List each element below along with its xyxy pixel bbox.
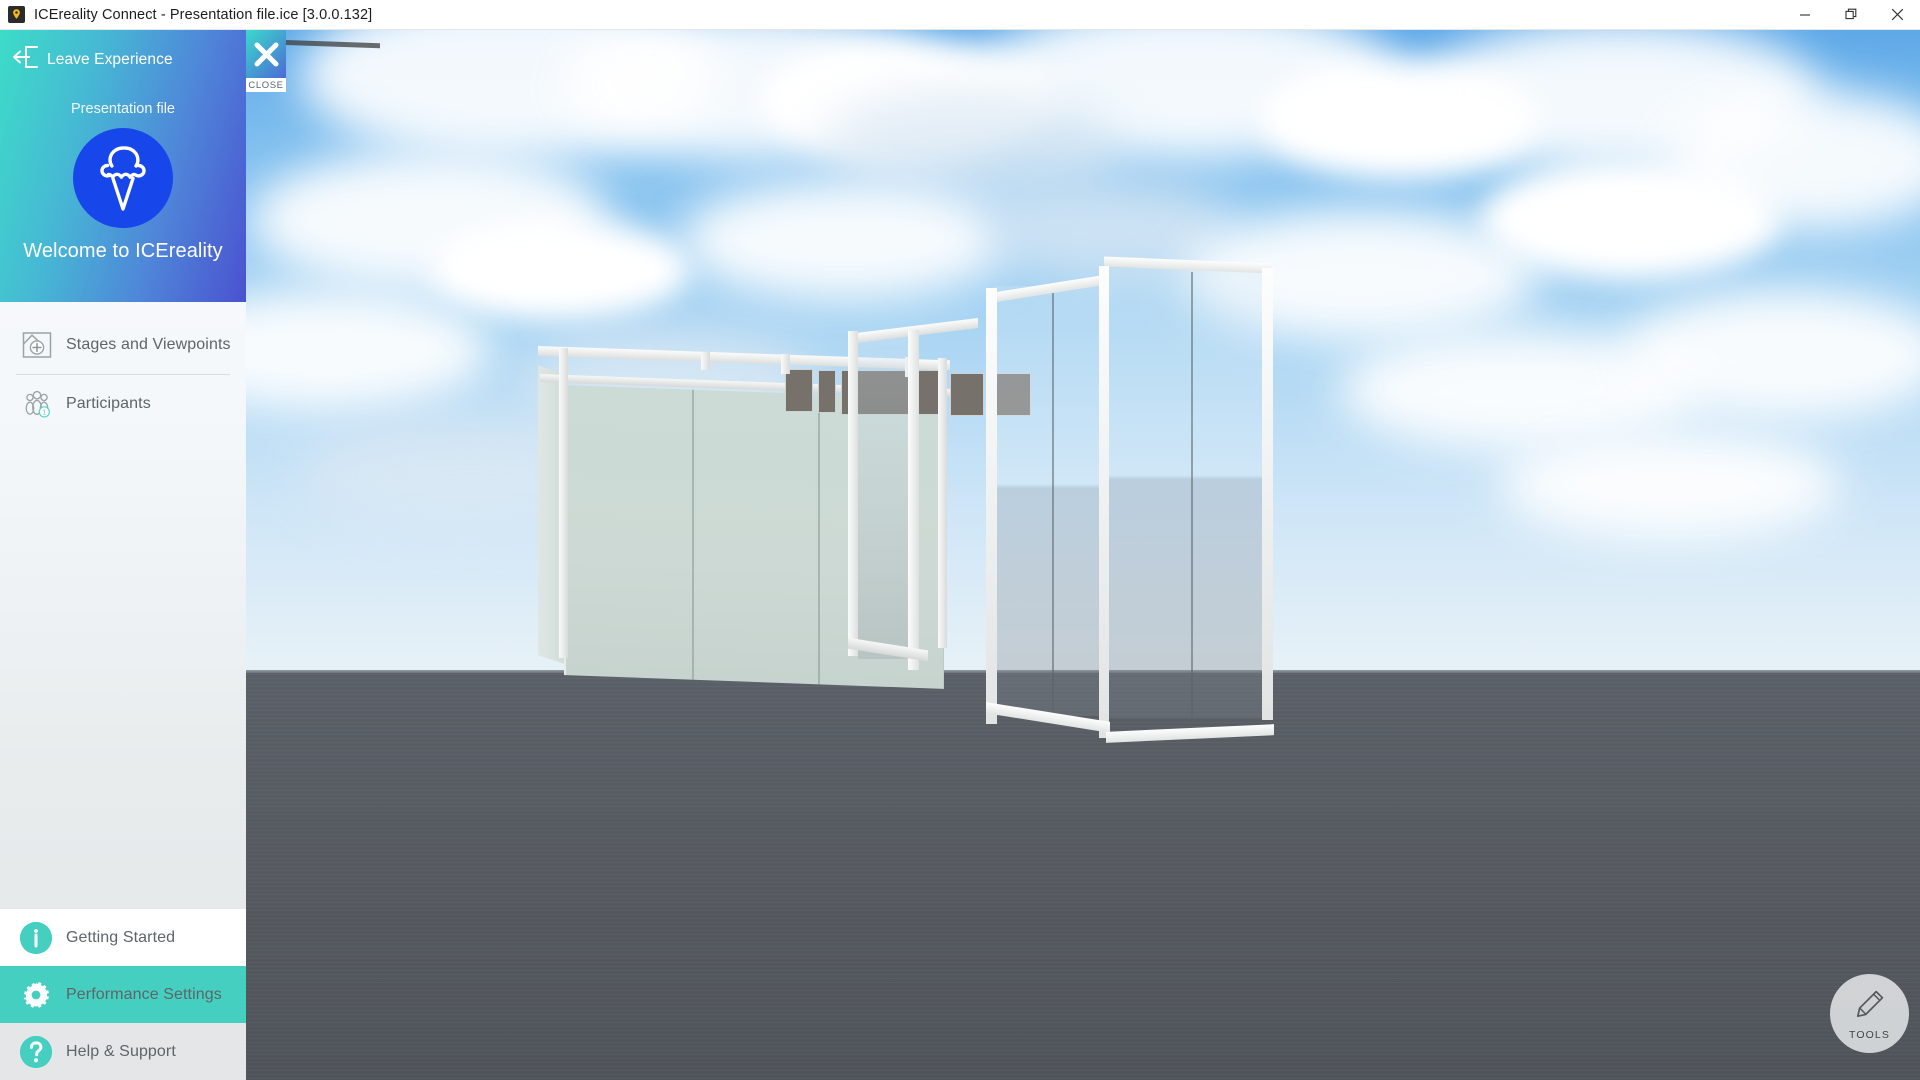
sidebar-item-performance-settings[interactable]: Performance Settings bbox=[0, 966, 246, 1023]
leave-experience-button[interactable]: Leave Experience bbox=[12, 45, 173, 74]
ice-cream-cone-icon bbox=[100, 146, 146, 211]
close-panel-label[interactable]: CLOSE bbox=[246, 78, 286, 92]
sidebar-item-participants[interactable]: 1 Participants bbox=[0, 375, 246, 433]
leave-experience-label: Leave Experience bbox=[47, 50, 173, 68]
cubicle-frame-bot-right bbox=[1106, 724, 1274, 743]
model-post bbox=[781, 354, 790, 374]
app-logo-icon bbox=[8, 6, 25, 23]
presentation-file-name: Presentation file bbox=[71, 101, 175, 117]
gear-icon bbox=[20, 979, 52, 1011]
cubicle-frame-left-post bbox=[986, 288, 997, 724]
model-door-frame bbox=[848, 318, 978, 681]
sidebar-item-label: Help & Support bbox=[66, 1042, 176, 1060]
3d-model-glass-partitions[interactable] bbox=[0, 30, 1920, 1080]
cubicle-glass-left bbox=[994, 286, 1106, 716]
people-group-icon: 1 bbox=[22, 389, 52, 419]
welcome-title: Welcome to ICEreality bbox=[23, 240, 223, 262]
window-close-button[interactable] bbox=[1874, 0, 1920, 30]
model-door-glass bbox=[858, 334, 910, 659]
question-icon bbox=[20, 1035, 52, 1068]
sidebar-item-stages-and-viewpoints[interactable]: Stages and Viewpoints bbox=[0, 316, 246, 374]
cubicle-frame-right-post bbox=[1262, 268, 1273, 720]
stage-add-icon bbox=[22, 330, 52, 360]
sidebar-item-label: Getting Started bbox=[66, 928, 176, 946]
pencil-icon bbox=[1852, 986, 1888, 1027]
model-clerestory-panel bbox=[785, 369, 813, 412]
restore-button[interactable] bbox=[1828, 0, 1874, 30]
title-bar: ICEreality Connect - Presentation file.i… bbox=[0, 0, 1920, 30]
sidebar-header: Leave Experience Presentation file Welco… bbox=[0, 30, 246, 302]
model-glass-cubicle bbox=[986, 256, 1276, 752]
window-title: ICEreality Connect - Presentation file.i… bbox=[34, 6, 373, 23]
model-post bbox=[559, 348, 568, 658]
3d-viewport[interactable] bbox=[0, 30, 1920, 1080]
sidebar-item-getting-started[interactable]: Getting Started bbox=[0, 909, 246, 966]
model-clerestory-panel bbox=[818, 370, 836, 413]
exit-arrow-icon bbox=[12, 45, 38, 74]
tools-button[interactable]: TOOLS bbox=[1830, 974, 1909, 1053]
minimize-button[interactable] bbox=[1782, 0, 1828, 30]
sidebar-menu: Stages and Viewpoints 1 Participants bbox=[0, 302, 246, 433]
close-icon bbox=[254, 42, 278, 66]
window-controls bbox=[1782, 0, 1920, 30]
close-panel-button[interactable] bbox=[246, 30, 286, 78]
tools-label: TOOLS bbox=[1849, 1029, 1890, 1041]
experience-logo bbox=[73, 128, 173, 228]
sidebar-item-label: Stages and Viewpoints bbox=[66, 336, 231, 353]
sidebar-item-label: Performance Settings bbox=[66, 985, 222, 1003]
cubicle-frame-corner-post bbox=[1099, 266, 1109, 738]
cubicle-glass-right bbox=[1106, 268, 1264, 718]
sidebar-item-label: Participants bbox=[66, 395, 151, 412]
info-icon bbox=[20, 921, 52, 954]
sidebar-item-help-and-support[interactable]: Help & Support bbox=[0, 1023, 246, 1080]
participants-badge-count: 1 bbox=[42, 410, 46, 417]
model-post bbox=[701, 352, 710, 370]
sidebar: Leave Experience Presentation file Welco… bbox=[0, 30, 246, 1080]
